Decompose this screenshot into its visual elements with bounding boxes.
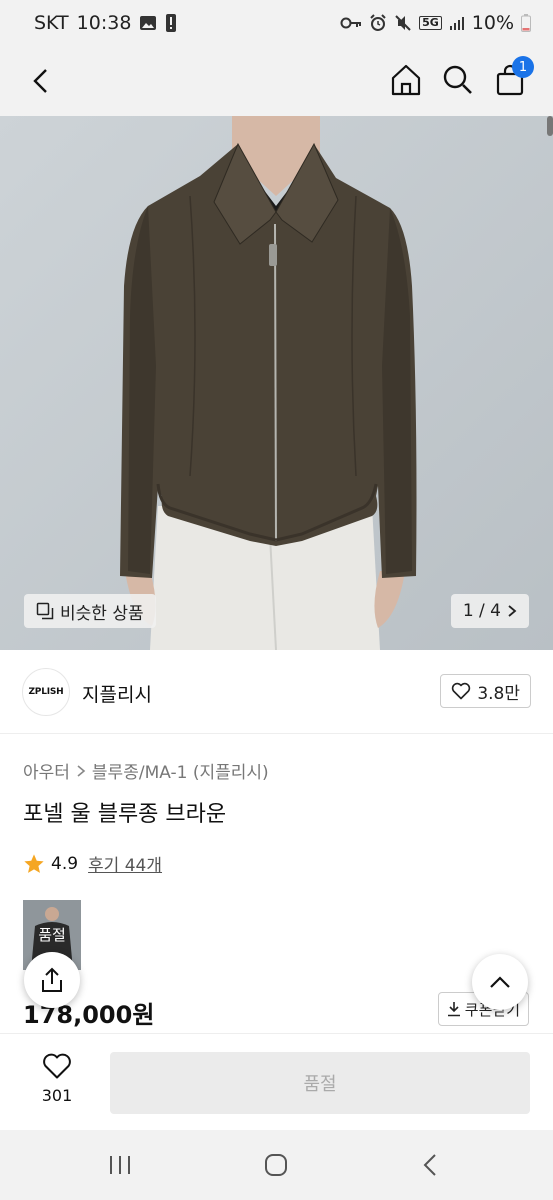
bottom-action-bar: 301 품절 [0, 1033, 553, 1130]
jacket-photo [0, 116, 553, 650]
brand-logo[interactable]: ZPLISH [22, 668, 70, 716]
home-button[interactable] [386, 60, 426, 100]
app-bar: 1 [0, 46, 553, 116]
product-image[interactable]: 비슷한 상품 1 / 4 [0, 116, 553, 650]
chevron-right-icon [77, 764, 86, 777]
image-pager-count: 1 / 4 [462, 601, 501, 621]
brand-row: ZPLISH 지플리시 3.8만 [0, 650, 553, 734]
cart-count-badge: 1 [512, 56, 534, 78]
wishlist-count: 301 [41, 1086, 73, 1105]
battery-percent: 10% [471, 12, 514, 34]
download-icon [447, 1002, 460, 1017]
copy-icon [36, 602, 54, 620]
battery-icon [521, 14, 531, 32]
carrier: SKT [34, 12, 69, 34]
key-icon [340, 16, 362, 30]
signal-icon [449, 15, 465, 31]
product-title: 포넬 울 블루종 브라운 [23, 802, 227, 827]
brand-like-count: 3.8만 [477, 683, 520, 704]
network-type: 5G [419, 16, 442, 30]
brand-name[interactable]: 지플리시 [82, 680, 152, 707]
back-button[interactable] [22, 62, 60, 100]
brand-like-button[interactable]: 3.8만 [440, 674, 531, 708]
scrollbar[interactable] [547, 116, 553, 136]
system-nav-bar [0, 1130, 553, 1200]
soldout-badge: 품절 [38, 926, 66, 944]
rating: 4.9 후기 44개 [23, 851, 162, 876]
back-nav-button[interactable] [410, 1148, 450, 1182]
status-bar: SKT 10:38 5G 10% [0, 0, 553, 46]
share-icon [42, 967, 62, 992]
home-icon [391, 64, 421, 96]
scroll-top-button[interactable] [472, 954, 528, 1010]
alarm-icon [369, 14, 387, 32]
recent-apps-button[interactable] [100, 1148, 140, 1182]
cart-button[interactable]: 1 [490, 56, 534, 100]
home-nav-button[interactable] [256, 1148, 296, 1182]
alert-icon [165, 13, 177, 33]
back-nav-icon [423, 1154, 436, 1176]
soldout-button[interactable]: 품절 [110, 1052, 530, 1114]
breadcrumb-item-outer[interactable]: 아우터 [23, 758, 70, 783]
brand-logo-text: ZPLISH [28, 687, 64, 697]
wishlist-button[interactable]: 301 [28, 1052, 86, 1105]
breadcrumb-item-category[interactable]: 블루종/MA-1 (지플리시) [92, 758, 269, 783]
share-button[interactable] [24, 952, 80, 1008]
review-link[interactable]: 후기 44개 [88, 851, 162, 876]
home-nav-icon [265, 1154, 287, 1176]
similar-products-button[interactable]: 비슷한 상품 [24, 594, 156, 628]
mute-icon [394, 14, 412, 32]
chevron-right-icon [508, 605, 517, 617]
breadcrumb: 아우터 블루종/MA-1 (지플리시) [23, 758, 269, 783]
image-pager[interactable]: 1 / 4 [450, 594, 529, 628]
heart-icon [43, 1053, 71, 1079]
gallery-icon [139, 14, 157, 32]
chevron-up-icon [490, 976, 510, 988]
recent-apps-icon [110, 1156, 130, 1174]
search-button[interactable] [438, 60, 478, 100]
search-icon [443, 65, 472, 94]
similar-products-label: 비슷한 상품 [60, 603, 144, 624]
soldout-button-label: 품절 [303, 1074, 337, 1095]
rating-score: 4.9 [51, 853, 79, 874]
star-icon [24, 853, 44, 873]
clock: 10:38 [76, 12, 132, 34]
chevron-left-icon [33, 69, 47, 93]
heart-icon [452, 682, 471, 700]
